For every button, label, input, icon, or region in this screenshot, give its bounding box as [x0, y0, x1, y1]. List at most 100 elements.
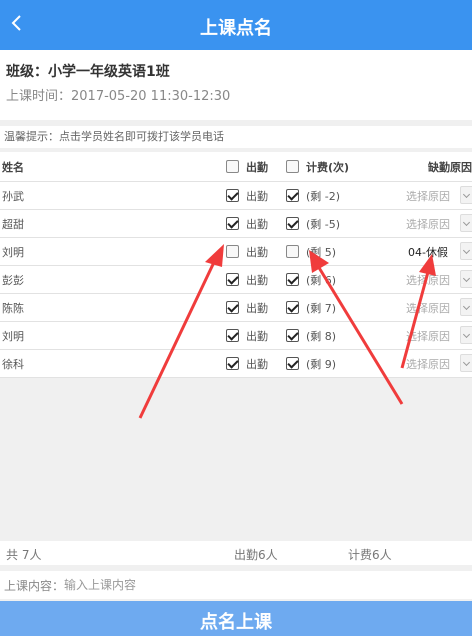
fee-remaining: (剩 -2)	[306, 189, 341, 203]
fee-checkbox[interactable]	[286, 189, 299, 202]
fee-checkbox[interactable]	[286, 329, 299, 342]
absence-reason-value: 选择原因	[406, 357, 450, 371]
student-name[interactable]: 刘明	[2, 322, 24, 349]
class-content-label: 上课内容：	[4, 578, 65, 593]
submit-roll-call-button[interactable]: 点名上课	[0, 601, 472, 636]
student-name[interactable]: 刘明	[2, 238, 24, 265]
summary-bar: 共 7人 出勤6人 计费6人	[0, 541, 472, 565]
attendance-checkbox[interactable]	[226, 245, 239, 258]
attendance-cell[interactable]: 出勤	[226, 210, 268, 237]
class-info-panel: 班级：小学一年级英语1班 上课时间：2017-05-20 11:30-12:30	[0, 50, 472, 120]
student-name[interactable]: 徐科	[2, 350, 24, 377]
attendance-label: 出勤	[246, 357, 268, 371]
page-title: 上课点名	[200, 18, 272, 39]
header-name: 姓名	[2, 160, 24, 174]
chevron-down-icon[interactable]	[460, 186, 472, 204]
chevron-down-icon[interactable]	[460, 270, 472, 288]
table-row: 孙武 出勤 (剩 -2) 选择原因	[0, 182, 472, 210]
fee-cell[interactable]: (剩 8)	[286, 322, 336, 349]
attendance-checkbox[interactable]	[226, 217, 239, 230]
attendance-label: 出勤	[246, 217, 268, 231]
class-time: 上课时间：2017-05-20 11:30-12:30	[6, 89, 231, 104]
fee-checkbox[interactable]	[286, 273, 299, 286]
chevron-down-icon[interactable]	[460, 214, 472, 232]
header-reason: 缺勤原因	[428, 160, 472, 174]
fee-cell[interactable]: (剩 6)	[286, 266, 336, 293]
absence-reason-select[interactable]: 选择原因	[396, 182, 472, 209]
table-row: 陈陈 出勤 (剩 7) 选择原因	[0, 294, 472, 322]
class-name: 班级：小学一年级英语1班	[6, 64, 170, 80]
fee-remaining: (剩 -5)	[306, 217, 341, 231]
absence-reason-value: 选择原因	[406, 217, 450, 231]
header-attendance[interactable]: 出勤	[226, 152, 268, 181]
fee-checkbox[interactable]	[286, 357, 299, 370]
attendance-cell[interactable]: 出勤	[226, 294, 268, 321]
fee-cell[interactable]: (剩 7)	[286, 294, 336, 321]
class-content-input[interactable]	[64, 578, 365, 592]
absence-reason-select[interactable]: 选择原因	[396, 210, 472, 237]
chevron-down-icon[interactable]	[460, 354, 472, 372]
fee-cell[interactable]: (剩 -5)	[286, 210, 340, 237]
header-fee-label: 计费(次)	[306, 160, 350, 174]
attendance-cell[interactable]: 出勤	[226, 182, 268, 209]
attendance-checkbox[interactable]	[226, 357, 239, 370]
fee-checkbox[interactable]	[286, 245, 299, 258]
absence-reason-value: 选择原因	[406, 273, 450, 287]
summary-attendance: 出勤6人	[234, 548, 278, 562]
absence-reason-select[interactable]: 选择原因	[396, 322, 472, 349]
attendance-label: 出勤	[246, 273, 268, 287]
student-name[interactable]: 孙武	[2, 182, 24, 209]
attendance-cell[interactable]: 出勤	[226, 350, 268, 377]
class-content-row: 上课内容：	[0, 571, 472, 599]
empty-area	[0, 378, 472, 534]
fee-remaining: (剩 8)	[306, 329, 337, 343]
chevron-down-icon[interactable]	[460, 298, 472, 316]
fee-remaining: (剩 9)	[306, 357, 337, 371]
attendance-label: 出勤	[246, 189, 268, 203]
fee-cell[interactable]: (剩 9)	[286, 350, 336, 377]
absence-reason-value: 选择原因	[406, 329, 450, 343]
attendance-checkbox[interactable]	[226, 329, 239, 342]
absence-reason-select[interactable]: 04-休假	[396, 238, 472, 265]
student-name[interactable]: 陈陈	[2, 294, 24, 321]
attendance-label: 出勤	[246, 245, 268, 259]
attendance-cell[interactable]: 出勤	[226, 266, 268, 293]
chevron-down-icon[interactable]	[460, 326, 472, 344]
student-name[interactable]: 彭彭	[2, 266, 24, 293]
fee-cell[interactable]: (剩 -2)	[286, 182, 340, 209]
table-row: 刘明 出勤 (剩 5) 04-休假	[0, 238, 472, 266]
header-attendance-label: 出勤	[246, 160, 268, 174]
table-row: 刘明 出勤 (剩 8) 选择原因	[0, 322, 472, 350]
attendance-cell[interactable]: 出勤	[226, 238, 268, 265]
attendance-label: 出勤	[246, 329, 268, 343]
attendance-cell[interactable]: 出勤	[226, 322, 268, 349]
absence-reason-select[interactable]: 选择原因	[396, 350, 472, 377]
summary-fee: 计费6人	[348, 548, 392, 562]
attendance-checkbox[interactable]	[226, 189, 239, 202]
table-row: 超甜 出勤 (剩 -5) 选择原因	[0, 210, 472, 238]
select-all-attendance-checkbox[interactable]	[226, 160, 239, 173]
tip-text: 温馨提示：点击学员姓名即可拨打该学员电话	[0, 126, 472, 148]
fee-checkbox[interactable]	[286, 301, 299, 314]
chevron-down-icon[interactable]	[460, 242, 472, 260]
attendance-label: 出勤	[246, 301, 268, 315]
absence-reason-value: 选择原因	[406, 189, 450, 203]
app-header: 上课点名	[0, 0, 472, 50]
absence-reason-value: 04-休假	[408, 245, 448, 259]
absence-reason-select[interactable]: 选择原因	[396, 266, 472, 293]
fee-cell[interactable]: (剩 5)	[286, 238, 336, 265]
fee-remaining: (剩 7)	[306, 301, 337, 315]
table-row: 彭彭 出勤 (剩 6) 选择原因	[0, 266, 472, 294]
fee-remaining: (剩 6)	[306, 273, 337, 287]
student-name[interactable]: 超甜	[2, 210, 24, 237]
summary-total: 共 7人	[6, 548, 42, 562]
attendance-checkbox[interactable]	[226, 273, 239, 286]
absence-reason-select[interactable]: 选择原因	[396, 294, 472, 321]
header-fee[interactable]: 计费(次)	[286, 152, 349, 181]
fee-remaining: (剩 5)	[306, 245, 337, 259]
fee-checkbox[interactable]	[286, 217, 299, 230]
table-row: 徐科 出勤 (剩 9) 选择原因	[0, 350, 472, 378]
select-all-fee-checkbox[interactable]	[286, 160, 299, 173]
attendance-checkbox[interactable]	[226, 301, 239, 314]
roster-table: 姓名 出勤 计费(次) 缺勤原因 孙武 出勤 (剩 -2) 选择原因 超甜 出勤	[0, 152, 472, 378]
